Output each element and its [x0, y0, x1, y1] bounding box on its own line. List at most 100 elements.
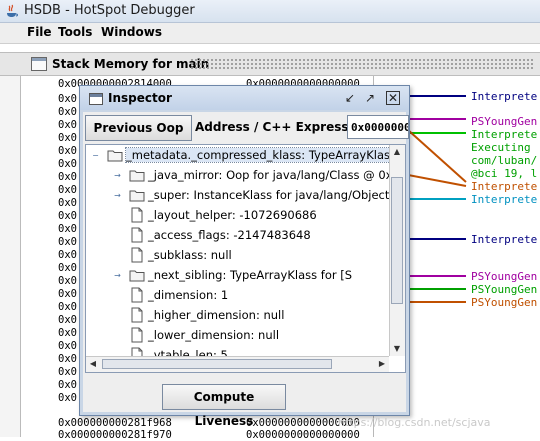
frame-annotation: PSYoungGen [471, 283, 538, 296]
stack-address: 0x0 [58, 301, 77, 313]
stack-address: 0x0 [58, 171, 77, 183]
frame-annotation: PSYoungGen [471, 296, 538, 309]
tree-vertical-scrollbar[interactable]: ▲ ▼ [389, 145, 405, 356]
scroll-right-icon[interactable]: ▶ [375, 357, 389, 371]
stack-address: 0x0 [58, 236, 77, 248]
tree-node[interactable]: _vtable_len: 5 [86, 345, 389, 356]
folder-icon [129, 267, 145, 283]
stack-address: 0x0 [58, 392, 77, 404]
left-scrollbar[interactable] [0, 76, 21, 437]
frame-line [408, 238, 466, 240]
folder-icon [129, 167, 145, 183]
tree-node[interactable]: _dimension: 1 [86, 285, 389, 305]
tree-node-label: _super: InstanceKlass for java/lang/Obje… [148, 188, 389, 202]
frame-annotation: Interprete [471, 193, 538, 206]
tree-node[interactable]: _layout_helper: -1072690686 [86, 205, 389, 225]
horizontal-scroll-thumb[interactable] [102, 359, 332, 369]
scroll-down-icon[interactable]: ▼ [390, 342, 404, 356]
tree-horizontal-scrollbar[interactable]: ◀ ▶ [86, 356, 389, 372]
tree-node[interactable]: _lower_dimension: null [86, 325, 389, 345]
tree-node-label: _dimension: 1 [148, 288, 229, 302]
frame-annotation: PSYoungGen [471, 270, 538, 283]
previous-oop-button[interactable]: Previous Oop [85, 115, 192, 141]
tree-node-label: _layout_helper: -1072690686 [148, 208, 317, 222]
expand-icon[interactable]: → [113, 191, 122, 200]
leaf-icon [129, 247, 145, 263]
tree-node[interactable]: _higher_dimension: null [86, 305, 389, 325]
stack-address: 0x0 [58, 93, 77, 105]
leaf-icon [129, 207, 145, 223]
stack-address: 0x0 [58, 314, 77, 326]
menu-tools[interactable]: Tools [58, 25, 92, 39]
leaf-icon [129, 307, 145, 323]
stack-address: 0x0 [58, 184, 77, 196]
expand-icon[interactable]: → [113, 271, 122, 280]
close-icon[interactable]: ✕ [386, 91, 400, 105]
window-title: HSDB - HotSpot Debugger [24, 3, 195, 18]
frame-line [408, 118, 466, 120]
tree-node[interactable]: _access_flags: -2147483648 [86, 225, 389, 245]
tree-node[interactable]: → _next_sibling: TypeArrayKlass for [S [86, 265, 389, 285]
inspector-tree[interactable]: − _metadata._compressed_klass: TypeArrayK… [85, 144, 406, 373]
tree-node[interactable]: → _java_mirror: Oop for java/lang/Class @… [86, 165, 389, 185]
stack-address: 0x0 [58, 158, 77, 170]
tree-node-label: _next_sibling: TypeArrayKlass for [S [148, 268, 353, 282]
expression-input[interactable]: 0x0000000 [347, 115, 409, 139]
tree-node-label: _java_mirror: Oop for java/lang/Class @ … [148, 168, 389, 182]
scroll-up-icon[interactable]: ▲ [390, 145, 404, 159]
stack-memory-title-bar[interactable]: Stack Memory for main [0, 52, 540, 76]
vertical-scroll-thumb[interactable] [391, 177, 403, 304]
java-app-icon [7, 4, 18, 17]
compute-liveness-button[interactable]: Compute Liveness [162, 384, 286, 428]
stack-address: 0x0 [58, 132, 77, 144]
inspector-body: Previous Oop Address / C++ Expression: 0… [83, 112, 409, 428]
frame-icon [89, 93, 103, 105]
inspector-title-bar[interactable]: Inspector ↙ ↗ ✕ [80, 86, 409, 110]
frame-annotation: @bci 19, l [471, 167, 538, 180]
frame-icon [31, 57, 47, 71]
folder-icon [107, 147, 123, 163]
menu-windows[interactable]: Windows [101, 25, 162, 39]
folder-icon [129, 187, 145, 203]
iconify-icon[interactable]: ↙ [343, 91, 357, 105]
tree-node[interactable]: _subklass: null [86, 245, 389, 265]
frame-line [408, 95, 466, 97]
stack-address: 0x000000000281f968 [58, 417, 172, 429]
tree-node-label: _subklass: null [148, 248, 232, 262]
frame-annotation: PSYoungGen [471, 115, 538, 128]
leaf-icon [129, 327, 145, 343]
collapse-icon[interactable]: − [91, 151, 100, 160]
tree-node[interactable]: → _super: InstanceKlass for java/lang/Obj… [86, 185, 389, 205]
leaf-icon [129, 287, 145, 303]
stack-address: 0x0 [58, 197, 77, 209]
stack-address: 0x0 [58, 223, 77, 235]
frame-line [408, 301, 466, 303]
stack-address: 0x0 [58, 353, 77, 365]
frame-line [408, 198, 466, 200]
tree-rows: − _metadata._compressed_klass: TypeArrayK… [86, 145, 389, 356]
stack-address: 0x0 [58, 379, 77, 391]
tree-node-label: _vtable_len: 5 [148, 348, 228, 356]
stack-memory-title: Stack Memory for main [52, 57, 210, 71]
frame-annotation: Interprete [471, 90, 538, 103]
tree-node-label: _lower_dimension: null [148, 328, 280, 342]
stack-address: 0x0 [58, 106, 77, 118]
frame-connector [408, 130, 467, 187]
watermark: https://blog.csdn.net/scjava [338, 416, 491, 429]
tree-node[interactable]: − _metadata._compressed_klass: TypeArrayK… [86, 145, 389, 165]
stack-address: 0x0 [58, 366, 77, 378]
window-title-bar[interactable]: HSDB - HotSpot Debugger [0, 0, 540, 23]
scroll-left-icon[interactable]: ◀ [86, 357, 100, 371]
stack-address: 0x0 [58, 249, 77, 261]
frame-annotation: Interprete [471, 180, 538, 193]
stack-address: 0x0 [58, 210, 77, 222]
menu-file[interactable]: File [27, 25, 52, 39]
tree-node-label: _metadata._compressed_klass: TypeArrayKl… [125, 147, 389, 163]
stack-address: 0x0 [58, 327, 77, 339]
tree-node-label: _higher_dimension: null [148, 308, 285, 322]
inspector-title: Inspector [108, 91, 172, 105]
expand-icon[interactable]: → [113, 171, 122, 180]
maximize-icon[interactable]: ↗ [363, 91, 377, 105]
inspector-window[interactable]: Inspector ↙ ↗ ✕ Previous Oop Address / C… [79, 85, 410, 428]
stack-address: 0x0 [58, 288, 77, 300]
